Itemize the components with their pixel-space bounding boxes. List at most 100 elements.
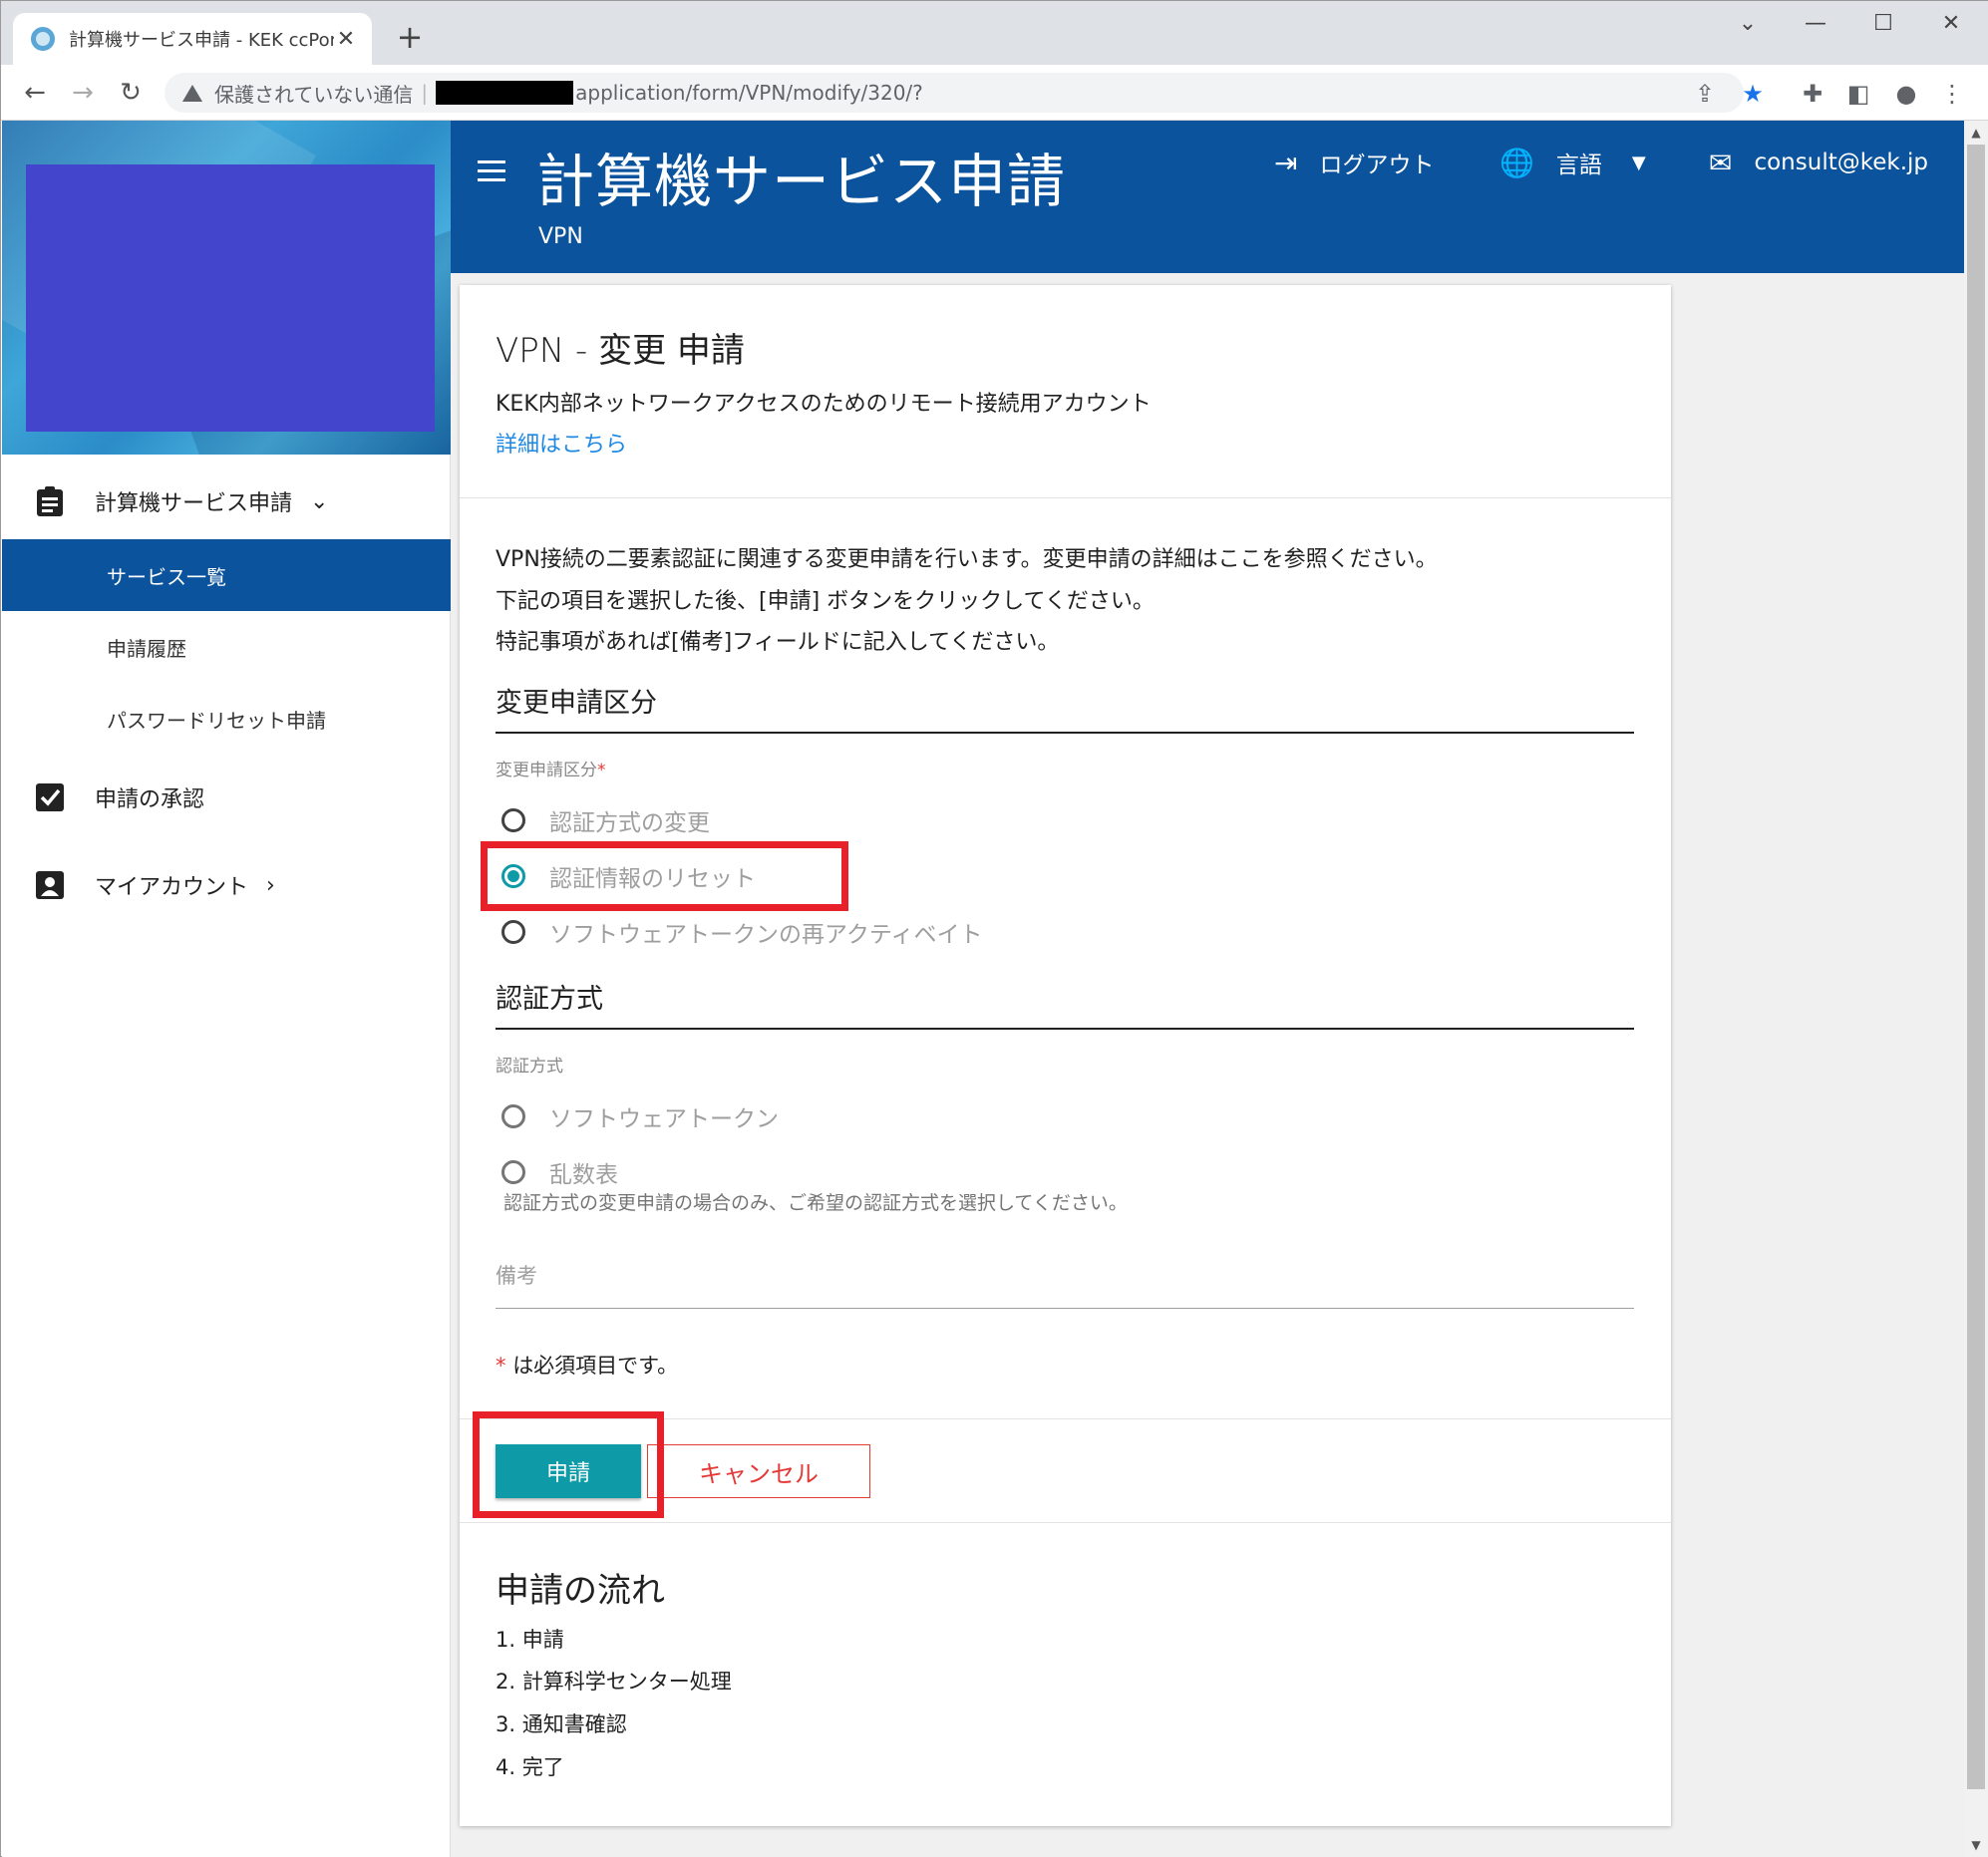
flow-step: 4. 完了	[496, 1755, 564, 1779]
intro-line: VPN接続の二要素認証に関連する変更申請を行います。変更申請の詳細はここを参照く…	[496, 547, 1438, 572]
remarks-label: 備考	[496, 1264, 537, 1288]
browser-menu-icon[interactable]: ⋮	[1935, 77, 1969, 111]
divider	[460, 497, 1671, 498]
cancel-button[interactable]: キャンセル	[647, 1444, 870, 1498]
radio-label: 認証方式の変更	[549, 810, 710, 836]
reload-icon[interactable]: ↻	[113, 75, 149, 111]
checkbox-checked-icon	[35, 781, 65, 813]
minimize-icon[interactable]: —	[1796, 9, 1835, 39]
bookmark-star-icon[interactable]: ★	[1736, 77, 1770, 111]
sidebar-item-service-list[interactable]: サービス一覧	[2, 539, 451, 611]
radio-reset-credentials[interactable]: 認証情報のリセット	[501, 860, 756, 892]
warning-icon	[182, 84, 202, 102]
flow-title: 申請の流れ	[496, 1571, 665, 1611]
page-subtitle: VPN	[538, 224, 583, 249]
radio-label: 乱数表	[549, 1162, 618, 1188]
radio-label: 認証情報のリセット	[549, 866, 756, 892]
required-asterisk: *	[597, 761, 606, 780]
form-description: KEK内部ネットワークアクセスのためのリモート接続用アカウント	[496, 392, 1152, 417]
logout-icon: ⇥	[1274, 146, 1298, 179]
radio-circle-selected[interactable]	[501, 864, 525, 888]
radio-random-table[interactable]: 乱数表	[501, 1156, 618, 1188]
submit-button[interactable]: 申請	[496, 1444, 641, 1498]
sidebar-item-password-reset[interactable]: パスワードリセット申請	[2, 683, 451, 755]
sidebar-banner	[2, 121, 451, 455]
intro-line: 特記事項があれば[備考]フィールドに記入してください。	[496, 630, 1060, 655]
required-asterisk: *	[496, 1354, 506, 1378]
sidebar-section-label: 申請の承認	[95, 787, 205, 812]
redacted-logo	[26, 164, 435, 432]
browser-tab-strip: 計算機サービス申請 - KEK ccPortal ✕ + ⌄ — ☐ ✕	[1, 1, 1988, 65]
maximize-icon[interactable]: ☐	[1863, 9, 1903, 39]
new-tab-button[interactable]: +	[392, 19, 428, 55]
radio-reactivate-token[interactable]: ソフトウェアトークンの再アクティベイト	[501, 916, 982, 948]
sidebar-section-label: 計算機サービス申請	[95, 491, 293, 516]
globe-icon: 🌐	[1499, 146, 1534, 179]
section-auth-method-title: 認証方式	[496, 977, 1634, 1030]
address-bar[interactable]: 保護されていない通信 | application/form/VPN/modify…	[165, 73, 1744, 113]
remarks-input[interactable]	[496, 1308, 1634, 1309]
change-type-label-text: 変更申請区分	[496, 761, 597, 780]
redacted-host	[436, 81, 574, 105]
address-separator: |	[421, 81, 429, 105]
chevron-right-icon: ›	[266, 872, 275, 898]
extensions-icon[interactable]: ✚	[1796, 77, 1829, 111]
sidebar: 計算機サービス申請 ⌄ サービス一覧 申請履歴 パスワードリセット申請 申請の承…	[2, 121, 451, 1857]
change-type-field-label: 変更申請区分*	[496, 756, 606, 780]
sidebar-section-approval[interactable]: 申請の承認	[2, 772, 451, 823]
back-icon[interactable]: ←	[17, 75, 53, 111]
radio-change-method[interactable]: 認証方式の変更	[501, 804, 710, 836]
scroll-thumb[interactable]	[1967, 145, 1985, 1789]
language-label: 言語	[1555, 153, 1602, 178]
radio-circle[interactable]	[501, 920, 525, 944]
hamburger-menu-icon[interactable]	[478, 160, 505, 187]
forward-icon[interactable]: →	[65, 75, 101, 111]
site-favicon-icon	[31, 27, 55, 51]
required-note: * は必須項目です。	[496, 1350, 678, 1380]
sidebar-section-services[interactable]: 計算機サービス申請 ⌄	[2, 475, 451, 527]
sidebar-item-label: サービス一覧	[107, 564, 226, 589]
radio-circle[interactable]	[501, 1104, 525, 1128]
share-icon[interactable]: ⇪	[1688, 77, 1722, 111]
radio-circle[interactable]	[501, 1160, 525, 1184]
security-label: 保護されていない通信	[214, 82, 414, 107]
form-title-main: 変更 申請	[598, 331, 745, 371]
dropdown-arrow-icon: ▼	[1631, 152, 1646, 173]
mail-icon: ✉	[1709, 146, 1733, 179]
browser-toolbar: ← → ↻ 保護されていない通信 | application/form/VPN/…	[1, 65, 1988, 121]
logout-link[interactable]: ⇥ ログアウト	[1274, 143, 1434, 182]
contact-email-link[interactable]: ✉ consult@kek.jp	[1709, 143, 1928, 182]
tab-search-icon[interactable]: ⌄	[1728, 9, 1768, 39]
auth-method-field-label: 認証方式	[496, 1057, 563, 1077]
radio-label: ソフトウェアトークン	[549, 1106, 779, 1132]
sidebar-item-history[interactable]: 申請履歴	[2, 611, 451, 683]
clipboard-icon	[35, 485, 65, 517]
browser-tab[interactable]: 計算機サービス申請 - KEK ccPortal ✕	[13, 13, 372, 65]
sidebar-section-account[interactable]: マイアカウント ›	[2, 859, 451, 911]
radio-software-token[interactable]: ソフトウェアトークン	[501, 1100, 779, 1132]
section-change-type-title: 変更申請区分	[496, 681, 1634, 734]
intro-line: 下記の項目を選択した後、[申請] ボタンをクリックしてください。	[496, 589, 1155, 614]
divider	[460, 1522, 1671, 1523]
auth-method-hint: 認証方式の変更申請の場合のみ、ご希望の認証方式を選択してください。	[503, 1192, 1128, 1214]
sidebar-item-label: 申請履歴	[107, 636, 186, 661]
language-select[interactable]: 🌐 言語 ▼	[1499, 143, 1646, 182]
required-note-text: は必須項目です。	[512, 1354, 679, 1378]
page-scrollbar[interactable]: ▲ ▼	[1964, 121, 1988, 1857]
url-path: application/form/VPN/modify/320/?	[575, 81, 923, 105]
details-link[interactable]: 詳細はこちら	[496, 427, 627, 459]
contact-email: consult@kek.jp	[1754, 150, 1929, 175]
sidebar-section-label: マイアカウント	[95, 875, 249, 900]
sidebar-item-label: パスワードリセット申請	[107, 708, 326, 733]
flow-step: 1. 申請	[496, 1628, 564, 1652]
close-tab-icon[interactable]: ✕	[334, 27, 358, 52]
close-window-icon[interactable]: ✕	[1931, 9, 1971, 39]
scroll-down-icon[interactable]: ▼	[1964, 1833, 1988, 1857]
flow-step: 2. 計算科学センター処理	[496, 1670, 732, 1694]
side-panel-icon[interactable]: ◧	[1841, 77, 1875, 111]
form-title: VPN - 変更 申請	[496, 323, 745, 372]
scroll-up-icon[interactable]: ▲	[1964, 121, 1988, 145]
radio-circle[interactable]	[501, 808, 525, 832]
chevron-down-icon: ⌄	[310, 488, 329, 514]
profile-icon[interactable]: ●	[1889, 77, 1923, 111]
